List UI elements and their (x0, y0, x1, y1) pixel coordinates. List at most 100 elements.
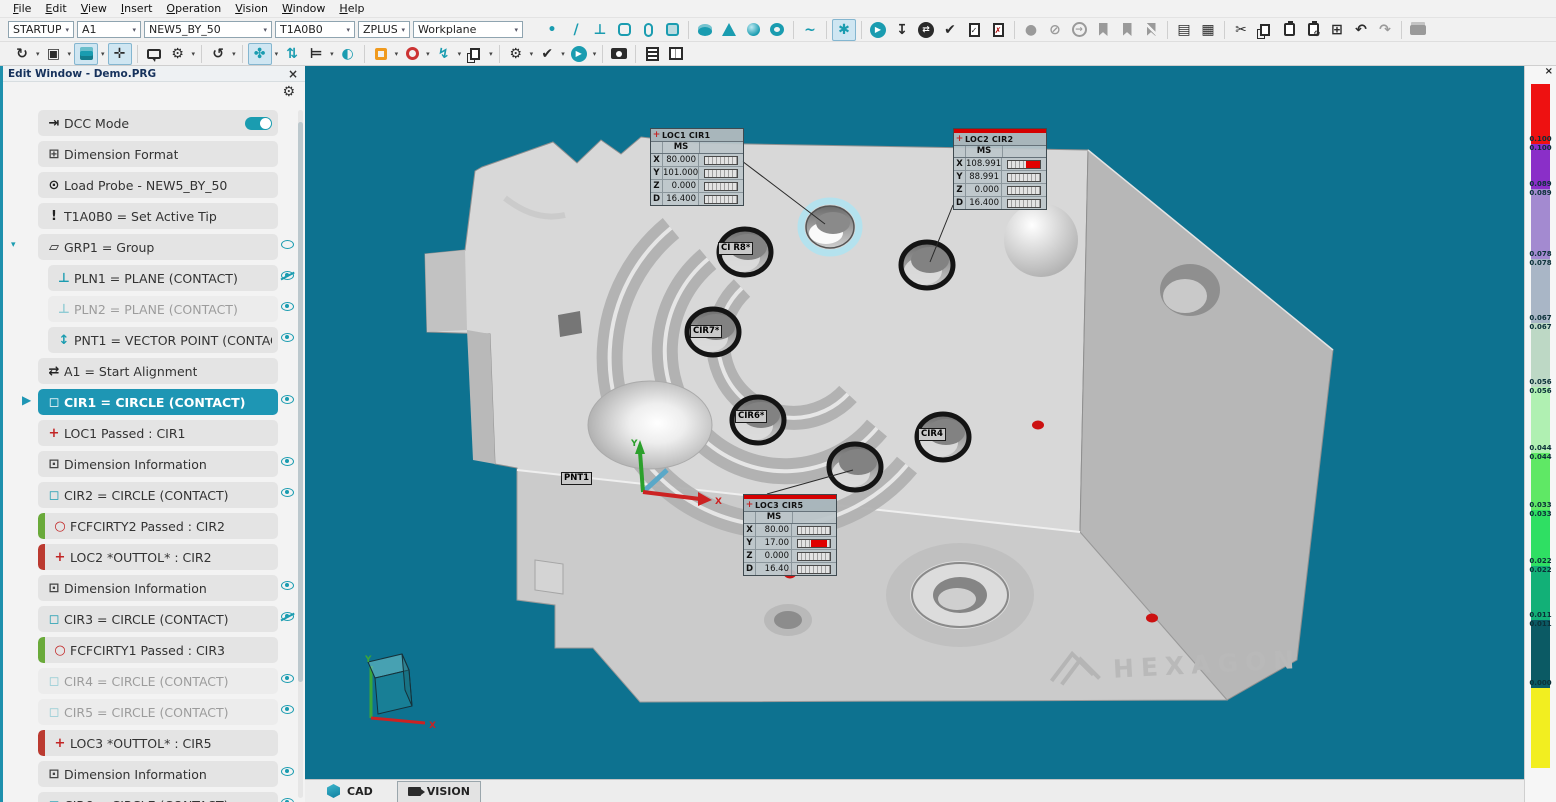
rotate-2d-icon-caret[interactable]: ▾ (232, 50, 236, 58)
line-feature-icon[interactable]: / (565, 20, 587, 40)
pattern-icon[interactable]: ⊞ (1326, 20, 1348, 40)
item-set-active-tip[interactable]: !T1A0B0 = Set Active Tip (38, 203, 278, 229)
item-pln2[interactable]: ⊥PLN2 = PLANE (CONTACT) (48, 296, 278, 322)
item-dcc-mode[interactable]: ⇥DCC Mode (38, 110, 278, 136)
redo-icon[interactable]: ↷ (1374, 20, 1396, 40)
item-loc1[interactable]: +LOC1 Passed : CIR1 (38, 420, 278, 446)
feature-based-measurement-icon[interactable]: ⊨ (305, 44, 327, 64)
pan-view-icon[interactable]: ✛ (108, 43, 132, 65)
comment-icon[interactable] (143, 44, 165, 64)
eye-icon[interactable] (281, 488, 294, 497)
item-cir4[interactable]: ◻CIR4 = CIRCLE (CONTACT) (38, 668, 278, 694)
dcc-mode-toggle[interactable] (245, 117, 272, 130)
continue-execution-icon[interactable]: → (1068, 20, 1090, 40)
center-boss-feature[interactable] (886, 543, 1034, 647)
menu-help[interactable]: Help (332, 0, 371, 18)
probe-toggles-icon[interactable]: ⇅ (281, 44, 303, 64)
label-cir8[interactable]: CI R8* (718, 242, 753, 255)
quick-feature-icon[interactable]: ↯ (433, 44, 455, 64)
curve-feature-icon[interactable]: ~ (799, 20, 821, 40)
report-preview-icon[interactable] (641, 44, 663, 64)
execution-loop-icon[interactable]: ⇄ (915, 20, 937, 40)
visibility-circle-icon[interactable] (281, 240, 294, 249)
hole-cir2[interactable] (901, 242, 953, 288)
callout-loc2-cir2[interactable]: +LOC2 CIR2MSX108.991Y88.991Z0.000D16.400 (953, 128, 1047, 210)
cylinder-feature-icon[interactable] (694, 20, 716, 40)
startup-dropdown[interactable]: STARTUP▾ (8, 21, 74, 38)
copy-pattern-icon[interactable] (464, 44, 486, 64)
insert-move-point-icon[interactable]: ↧ (891, 20, 913, 40)
item-grp1-group[interactable]: ▱GRP1 = Group (38, 234, 278, 260)
view-orientations-icon[interactable]: ✤ (248, 43, 272, 65)
print-icon[interactable] (1407, 20, 1429, 40)
item-load-probe[interactable]: ⊙Load Probe - NEW5_BY_50 (38, 172, 278, 198)
cad-3d-scene[interactable]: Y X Y X HEXAGON (305, 66, 1525, 802)
workplane-dropdown[interactable]: ZPLUS▾ (358, 21, 410, 38)
item-dimension-information-3[interactable]: ⊡Dimension Information (38, 761, 278, 787)
bookmark-icon[interactable] (1092, 20, 1114, 40)
callout-loc3-cir5[interactable]: +LOC3 CIR5MSX80.00Y17.00Z0.000D16.40 (743, 494, 837, 576)
rotate-view-icon-caret[interactable]: ▾ (36, 50, 40, 58)
item-dimension-information-2[interactable]: ⊡Dimension Information (38, 575, 278, 601)
item-pnt1[interactable]: ↕PNT1 = VECTOR POINT (CONTACT) (48, 327, 278, 353)
item-cir3[interactable]: ◻CIR3 = CIRCLE (CONTACT) (38, 606, 278, 632)
item-cir5[interactable]: ◻CIR5 = CIRCLE (CONTACT) (38, 699, 278, 725)
eye-icon[interactable] (281, 395, 294, 404)
menu-edit[interactable]: Edit (38, 0, 73, 18)
active-tip-dropdown[interactable]: T1A0B0▾ (275, 21, 355, 38)
edit-window-mode-icon[interactable]: ▤ (1173, 20, 1195, 40)
marked-sets-icon[interactable]: ✔ (939, 20, 961, 40)
measurement-strategy-icon[interactable]: ⚙ (505, 44, 527, 64)
menu-window[interactable]: Window (275, 0, 332, 18)
eye-off-icon[interactable] (281, 271, 294, 280)
auto-feature-icon[interactable]: ✱ (832, 19, 856, 41)
execute-icon[interactable]: ▶ (568, 44, 590, 64)
gdt-circle-icon-caret[interactable]: ▾ (426, 50, 430, 58)
item-dimension-information-1[interactable]: ⊡Dimension Information (38, 451, 278, 477)
view-mode-dropdown[interactable]: Workplane▾ (413, 21, 523, 38)
scale-close-icon[interactable]: × (1545, 66, 1553, 77)
label-cir4[interactable]: CIR4 (918, 428, 946, 441)
document-cancel-icon[interactable]: ✗ (987, 20, 1009, 40)
eye-icon[interactable] (281, 705, 294, 714)
menu-operation[interactable]: Operation (159, 0, 228, 18)
tree-collapse-icon[interactable]: ▾ (11, 240, 16, 250)
paste-with-pattern-icon[interactable]: ⚙ (1302, 20, 1324, 40)
rotate-view-icon[interactable]: ↻ (11, 44, 33, 64)
label-cir6[interactable]: CIR6* (735, 410, 767, 423)
hole-cir1-selected[interactable] (801, 201, 859, 253)
eye-icon[interactable] (281, 674, 294, 683)
execute-icon-caret[interactable]: ▾ (593, 50, 597, 58)
eye-icon[interactable] (281, 302, 294, 311)
report-window-icon[interactable]: ▦ (1197, 20, 1219, 40)
edit-window-scrollbar[interactable] (298, 110, 303, 798)
probe-file-dropdown[interactable]: NEW5_BY_50▾ (144, 21, 272, 38)
cone-feature-icon[interactable] (718, 20, 740, 40)
item-loc2[interactable]: +LOC2 *OUTTOL* : CIR2 (38, 544, 278, 570)
eye-off-icon[interactable] (281, 612, 294, 621)
solid-view-icon-caret[interactable]: ▾ (101, 50, 105, 58)
quick-feature-icon-caret[interactable]: ▾ (458, 50, 462, 58)
wireframe-view-icon-caret[interactable]: ▾ (68, 50, 72, 58)
round-slot-feature-icon[interactable] (637, 20, 659, 40)
insert-bookmark-icon[interactable] (1116, 20, 1138, 40)
part-body[interactable] (425, 137, 1333, 702)
plane-feature-icon[interactable]: ⊥ (589, 20, 611, 40)
clear-breakpoints-icon[interactable]: ⊘ (1044, 20, 1066, 40)
view-orientation-cube[interactable]: Y X (364, 654, 436, 731)
menu-file[interactable]: File (6, 0, 38, 18)
item-pln1[interactable]: ⊥PLN1 = PLANE (CONTACT) (48, 265, 278, 291)
label-cir7[interactable]: CIR7* (690, 325, 722, 338)
eye-icon[interactable] (281, 767, 294, 776)
alignment-dropdown[interactable]: A1▾ (77, 21, 141, 38)
item-cir2[interactable]: ◻CIR2 = CIRCLE (CONTACT) (38, 482, 278, 508)
clear-bookmarks-icon[interactable] (1140, 20, 1162, 40)
torus-feature-icon[interactable] (766, 20, 788, 40)
counterbore-hole[interactable] (764, 604, 812, 636)
feature-based-measurement-icon-caret[interactable]: ▾ (330, 50, 334, 58)
cut-icon[interactable]: ✂ (1230, 20, 1252, 40)
item-loc3[interactable]: +LOC3 *OUTTOL* : CIR5 (38, 730, 278, 756)
report-graph-icon[interactable] (665, 44, 687, 64)
optimization-gears-icon[interactable]: ⚙ (167, 44, 189, 64)
hole-cir5[interactable] (829, 444, 881, 490)
